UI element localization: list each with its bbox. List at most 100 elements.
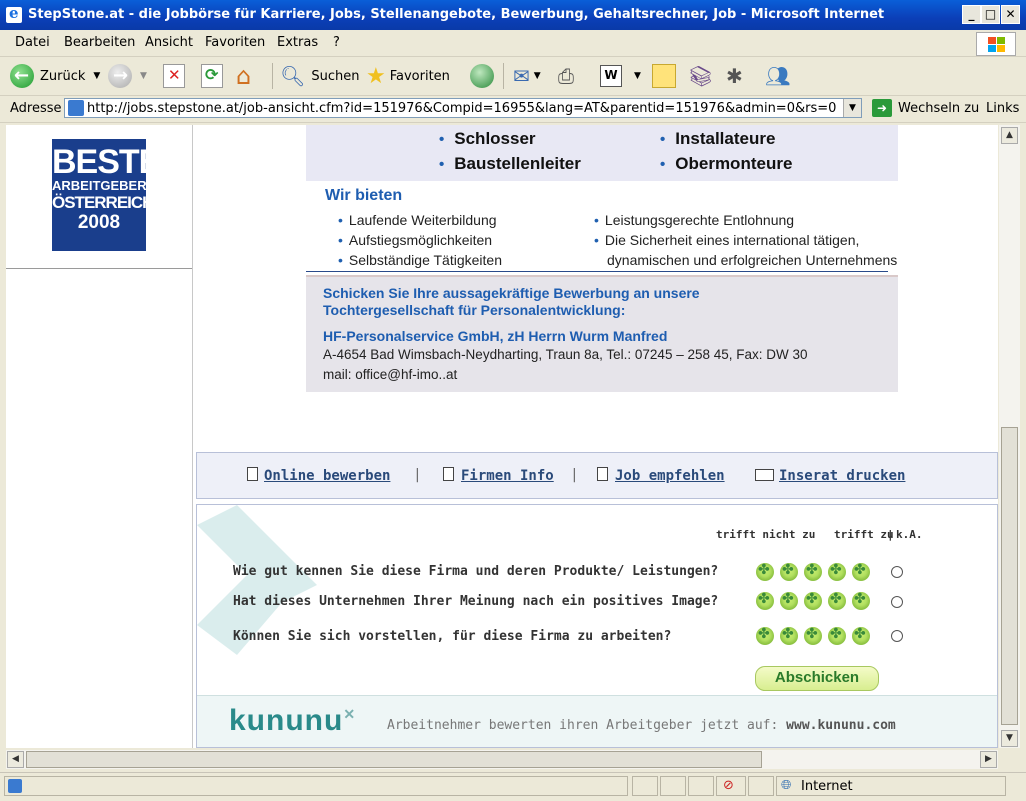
scroll-thumb[interactable]: [1001, 427, 1018, 725]
kununu-logo[interactable]: kununu✕: [229, 704, 356, 738]
rating-clover-1[interactable]: [756, 626, 774, 645]
rating-clover-1[interactable]: [756, 591, 774, 610]
maximize-button[interactable]: □: [981, 5, 1000, 24]
history-icon: [470, 64, 494, 88]
popup-blocked-icon: ⊘: [723, 778, 734, 793]
rating-clover-5[interactable]: [852, 591, 870, 610]
printer-icon: [755, 469, 774, 481]
history-button[interactable]: [470, 61, 494, 91]
kununu-tagline: Arbeitnehmer bewerten ihren Arbeitgeber …: [387, 718, 896, 733]
minimize-button[interactable]: _: [962, 5, 981, 24]
offer-heading: Wir bieten: [325, 187, 403, 204]
scroll-down-icon[interactable]: ▼: [1001, 730, 1018, 747]
company-name: HF-Personalservice GmbH, zH Herrn Wurm M…: [323, 328, 668, 344]
print-button[interactable]: ⎙: [558, 61, 574, 91]
badge-line-4: 2008: [77, 212, 121, 233]
messenger-button[interactable]: ✱: [726, 61, 743, 91]
windows-logo-icon: [976, 32, 1016, 56]
offer-item: Selbständige Tätigkeiten: [338, 252, 502, 268]
forward-button[interactable]: → ▼: [108, 61, 147, 91]
scroll-left-icon[interactable]: ◀: [7, 751, 24, 768]
no-answer-radio[interactable]: [891, 596, 903, 608]
rating-clover-1[interactable]: [756, 562, 774, 581]
scroll-thumb[interactable]: [26, 751, 762, 768]
kununu-url[interactable]: www.kununu.com: [786, 718, 896, 733]
menu-bearbeiten[interactable]: Bearbeiten: [64, 35, 135, 50]
menu-ansicht[interactable]: Ansicht: [145, 35, 193, 50]
rating-clover-2[interactable]: [780, 562, 798, 581]
no-answer-radio[interactable]: [891, 566, 903, 578]
home-button[interactable]: ⌂: [236, 61, 251, 91]
info-icon: [443, 467, 454, 481]
scale-separator: |: [887, 528, 894, 541]
page-icon: [8, 779, 22, 793]
kununu-bar: kununu✕ Arbeitnehmer bewerten ihren Arbe…: [197, 695, 997, 747]
print-ad-link[interactable]: Inserat drucken: [779, 468, 905, 484]
stop-button[interactable]: ✕: [163, 61, 185, 91]
edit-dropdown-icon[interactable]: ▼: [634, 71, 641, 81]
online-apply-link[interactable]: Online bewerben: [264, 468, 390, 484]
popup-blocker-panel[interactable]: ⊘: [716, 776, 746, 796]
status-panel: [688, 776, 714, 796]
discuss-button[interactable]: [652, 61, 676, 91]
contacts-button[interactable]: 👥︎: [765, 61, 790, 91]
rating-clover-5[interactable]: [852, 626, 870, 645]
links-button[interactable]: Links: [986, 101, 1019, 116]
offer-item: Laufende Weiterbildung: [338, 212, 497, 228]
rating-clover-4[interactable]: [828, 591, 846, 610]
scroll-up-icon[interactable]: ▲: [1001, 127, 1018, 144]
scale-label-high: trifft zu: [834, 528, 894, 541]
go-button[interactable]: ➜ Wechseln zu: [872, 98, 979, 118]
scroll-right-icon[interactable]: ▶: [980, 751, 997, 768]
submit-button[interactable]: Abschicken: [755, 666, 879, 691]
job-item: Schlosser: [439, 129, 535, 149]
refresh-button[interactable]: ⟳: [201, 61, 223, 91]
rating-clover-4[interactable]: [828, 562, 846, 581]
company-info-link[interactable]: Firmen Info: [461, 468, 554, 484]
address-dropdown-icon[interactable]: ▼: [843, 99, 861, 117]
company-address: A-4654 Bad Wimsbach-Neydharting, Traun 8…: [323, 347, 808, 362]
back-button[interactable]: ← Zurück ▼: [10, 61, 100, 91]
status-message: [4, 776, 628, 796]
forward-arrow-icon: →: [108, 64, 132, 88]
no-answer-radio[interactable]: [891, 630, 903, 642]
vertical-scrollbar[interactable]: ▲ ▼: [999, 125, 1020, 748]
menu-favoriten[interactable]: Favoriten: [205, 35, 265, 50]
contact-band: Schicken Sie Ihre aussagekräftige Bewerb…: [306, 275, 898, 392]
rating-clover-3[interactable]: [804, 591, 822, 610]
close-button[interactable]: ✕: [1001, 5, 1020, 24]
mail-button[interactable]: ✉ ▼: [513, 61, 541, 91]
job-item: Baustellenleiter: [439, 154, 581, 174]
divider: [6, 268, 192, 269]
menu-extras[interactable]: Extras: [277, 35, 318, 50]
menu-datei[interactable]: Datei: [15, 35, 50, 50]
edit-button[interactable]: W ▼: [600, 61, 641, 91]
people-icon: 👥︎: [765, 64, 791, 88]
search-button[interactable]: 🔍︎ Suchen: [280, 61, 360, 91]
menu-help[interactable]: ?: [333, 35, 340, 50]
back-dropdown-icon[interactable]: ▼: [93, 71, 100, 81]
best-employer-badge[interactable]: BESTE ARBEITGEBER ÖSTERREICH 2008: [52, 139, 161, 251]
rating-clover-2[interactable]: [780, 626, 798, 645]
rating-clover-2[interactable]: [780, 591, 798, 610]
ie-icon: [6, 4, 22, 23]
stop-icon: ✕: [163, 64, 185, 88]
recommend-icon: [597, 467, 608, 481]
job-item: Installateure: [660, 129, 775, 149]
job-actions-bar: Online bewerben | Firmen Info | Job empf…: [196, 452, 998, 499]
security-zone-panel: 🌐︎ Internet: [776, 776, 1006, 796]
research-button[interactable]: 📚︎: [688, 61, 713, 91]
rating-clover-3[interactable]: [804, 626, 822, 645]
offer-item-continued: dynamischen und erfolgreichen Unternehme…: [607, 252, 898, 268]
globe-icon: 🌐︎: [781, 778, 792, 793]
rating-clover-4[interactable]: [828, 626, 846, 645]
left-column: BESTE ARBEITGEBER ÖSTERREICH 2008: [6, 125, 193, 748]
recommend-job-link[interactable]: Job empfehlen: [615, 468, 725, 484]
rating-clover-5[interactable]: [852, 562, 870, 581]
favorites-button[interactable]: ★ Favoriten: [366, 61, 450, 91]
rating-clover-3[interactable]: [804, 562, 822, 581]
forward-dropdown-icon[interactable]: ▼: [140, 71, 147, 81]
address-input[interactable]: http://jobs.stepstone.at/job-ansicht.cfm…: [64, 98, 862, 118]
mail-dropdown-icon[interactable]: ▼: [534, 71, 541, 81]
horizontal-scrollbar[interactable]: ◀ ▶: [6, 750, 998, 769]
